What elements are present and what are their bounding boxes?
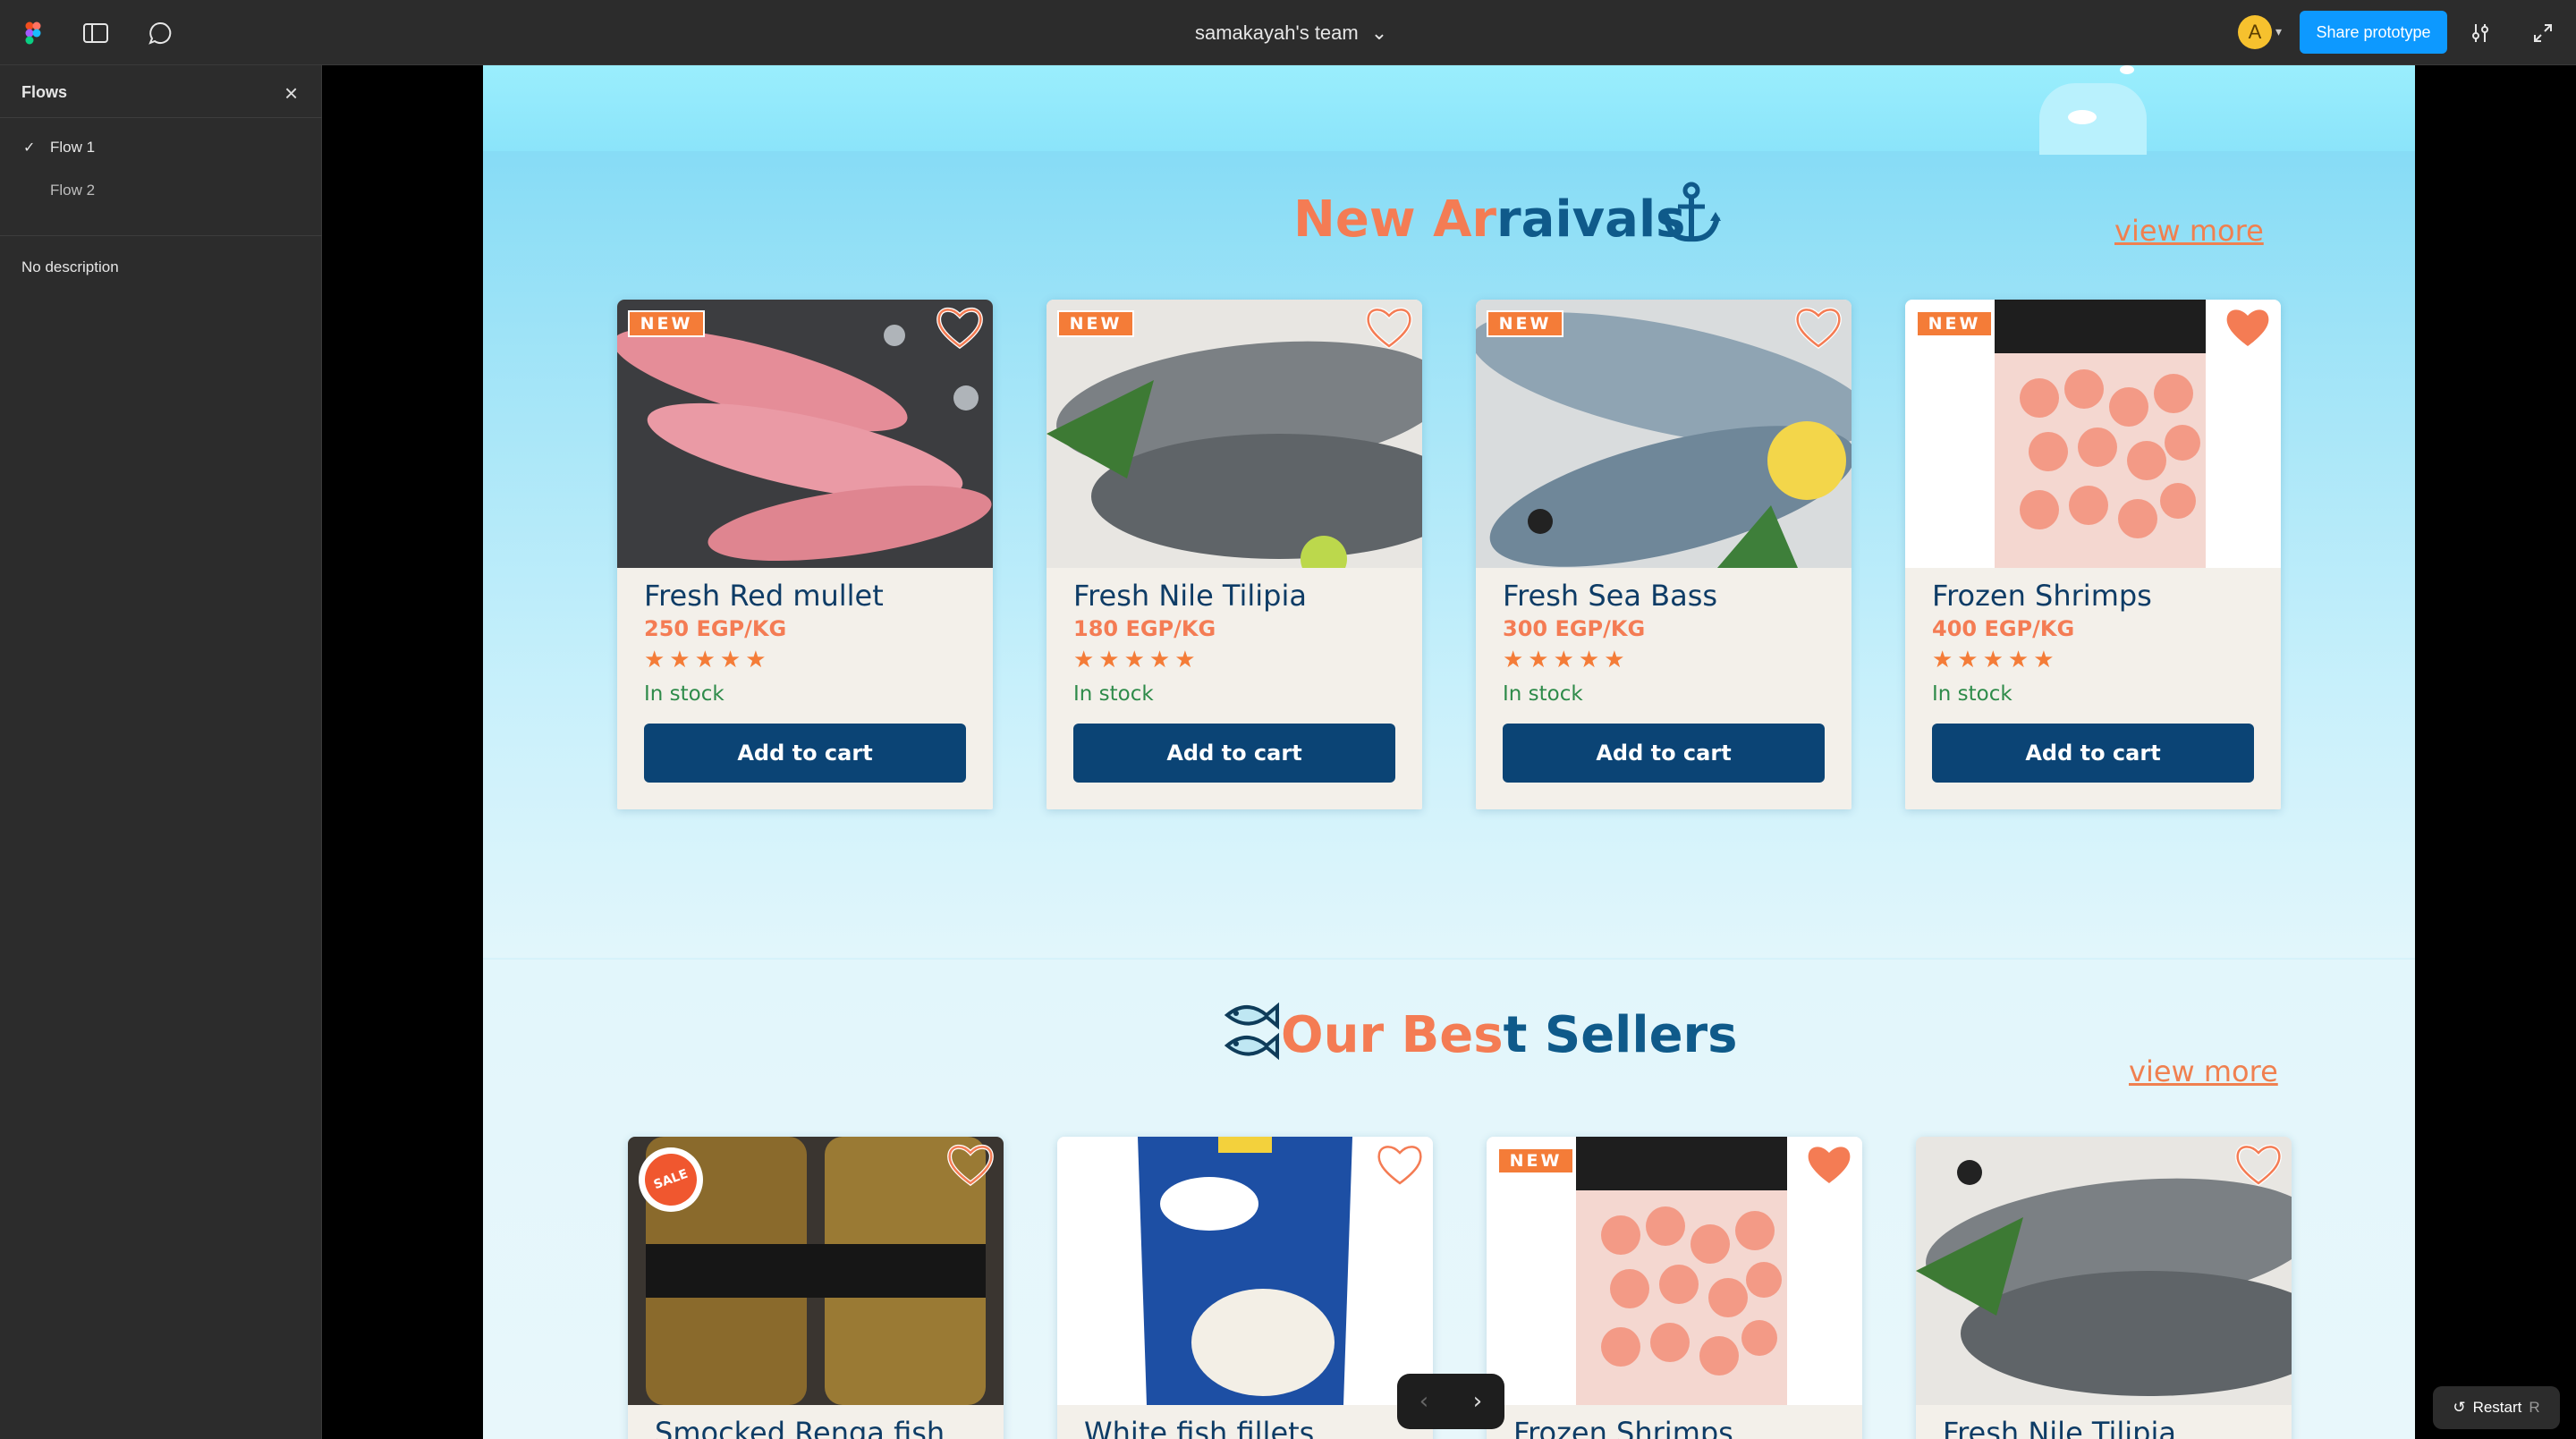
restart-icon: ↺ [2453, 1399, 2466, 1416]
hero-decoration [2120, 65, 2134, 74]
new-badge: NEW [1916, 310, 1993, 337]
product-price: 180 EGP/KG [1073, 616, 1216, 641]
product-name: Fresh Red mullet [644, 579, 884, 613]
heart-icon[interactable] [936, 305, 984, 350]
flow-item-2[interactable]: Flow 2 [50, 182, 95, 199]
heart-icon[interactable] [1794, 305, 1843, 350]
rating-stars-icon: ★★★★★ [1073, 647, 1200, 673]
fullscreen-icon[interactable] [2528, 18, 2558, 48]
heart-icon[interactable] [1365, 305, 1413, 350]
product-card[interactable]: NEW Fresh Red mullet 250 EGP/KG ★★★★★ In… [617, 300, 993, 809]
comment-icon[interactable] [145, 18, 175, 48]
stock-status: In stock [1932, 682, 2012, 706]
heart-filled-icon[interactable] [2224, 305, 2272, 350]
section-divider [483, 958, 2415, 960]
hero-decoration [2068, 110, 2097, 124]
rating-stars-icon: ★★★★★ [1503, 647, 1630, 673]
new-badge: NEW [1497, 1147, 1574, 1174]
sidebar-toggle-icon[interactable] [80, 18, 111, 48]
sale-badge: SALE [637, 1146, 705, 1214]
new-arrivals-view-more-link[interactable]: view more [2114, 214, 2264, 248]
restart-shortcut: R [2529, 1399, 2540, 1416]
title-part: t Sellers [1503, 1006, 1738, 1064]
product-card[interactable]: SALE Smocked Renga fish [628, 1137, 1004, 1439]
product-name: Fresh Nile Tilipia [1943, 1416, 2176, 1439]
product-card[interactable]: NEW Fresh Nile Tilipia 180 EGP/KG ★★★★★ … [1046, 300, 1422, 809]
anchor-icon [1662, 182, 1721, 248]
product-price: 400 EGP/KG [1932, 616, 2075, 641]
check-icon: ✓ [23, 140, 36, 156]
product-card[interactable]: NEW Frozen Shrimps 400 EGP/KG ★★★★★ In s… [1905, 300, 2281, 809]
new-arrivals-title: New Arraivals [1293, 190, 1685, 249]
add-to-cart-button[interactable]: Add to cart [1932, 724, 2254, 783]
new-badge: NEW [1057, 310, 1134, 337]
product-name: Smocked Renga fish [655, 1416, 945, 1439]
divider [0, 117, 322, 118]
stock-status: In stock [1503, 682, 1583, 706]
heart-icon[interactable] [946, 1142, 995, 1187]
product-card[interactable]: White fish fillets [1057, 1137, 1433, 1439]
product-name: Fresh Sea Bass [1503, 579, 1718, 613]
previous-frame-icon[interactable]: ‹ [1419, 1388, 1428, 1415]
restart-button[interactable]: ↺ Restart R [2433, 1386, 2560, 1429]
flows-title: Flows [21, 83, 68, 101]
best-sellers-title: Our Best Sellers [1281, 1006, 1738, 1064]
figma-logo-icon[interactable] [18, 18, 48, 48]
title-part: New Ar [1293, 190, 1497, 249]
heart-icon[interactable] [2234, 1142, 2283, 1187]
product-price: 300 EGP/KG [1503, 616, 1646, 641]
product-card[interactable]: NEW Fresh Sea Bass 300 EGP/KG ★★★★★ In s… [1476, 300, 1852, 809]
product-card[interactable]: Fresh Nile Tilipia [1916, 1137, 2292, 1439]
product-name: Fresh Nile Tilipia [1073, 579, 1307, 613]
flow-description: No description [21, 258, 119, 275]
product-name: Frozen Shrimps [1513, 1416, 1733, 1439]
team-switcher[interactable]: samakayah's team ⌄ [1195, 18, 1387, 48]
flow-item-1[interactable]: Flow 1 [50, 139, 95, 157]
settings-sliders-icon[interactable] [2465, 18, 2496, 48]
team-name: samakayah's team [1195, 21, 1359, 44]
prototype-nav: ‹ › [1397, 1374, 1504, 1429]
avatar-chevron-icon[interactable]: ▾ [2275, 25, 2282, 39]
rating-stars-icon: ★★★★★ [644, 647, 771, 673]
product-name: White fish fillets [1084, 1416, 1315, 1439]
share-prototype-button[interactable]: Share prototype [2300, 11, 2447, 54]
add-to-cart-button[interactable]: Add to cart [644, 724, 966, 783]
avatar[interactable]: A [2238, 15, 2272, 49]
fish-icon [1222, 999, 1279, 1065]
product-name: Frozen Shrimps [1932, 579, 2152, 613]
rating-stars-icon: ★★★★★ [1932, 647, 2059, 673]
next-frame-icon[interactable]: › [1473, 1388, 1482, 1415]
stock-status: In stock [1073, 682, 1154, 706]
hero-banner [483, 65, 2415, 155]
title-part: raivals [1496, 190, 1686, 249]
restart-label: Restart [2472, 1399, 2522, 1416]
divider [0, 235, 322, 236]
product-card[interactable]: NEW Frozen Shrimps [1487, 1137, 1862, 1439]
product-price: 250 EGP/KG [644, 616, 787, 641]
add-to-cart-button[interactable]: Add to cart [1503, 724, 1825, 783]
close-icon[interactable]: × [284, 80, 298, 107]
flows-panel: Flows × ✓ Flow 1 Flow 2 No description [0, 65, 322, 1439]
new-badge: NEW [1487, 310, 1563, 337]
best-sellers-view-more-link[interactable]: view more [2129, 1054, 2278, 1088]
toolbar: samakayah's team ⌄ A ▾ Share prototype [0, 0, 2576, 65]
new-badge: NEW [628, 310, 705, 337]
prototype-canvas: New Arraivals view more NEW Fresh Red mu… [483, 65, 2415, 1439]
title-part: Our Bes [1281, 1006, 1504, 1064]
heart-filled-icon[interactable] [1805, 1142, 1853, 1187]
stock-status: In stock [644, 682, 724, 706]
add-to-cart-button[interactable]: Add to cart [1073, 724, 1395, 783]
heart-icon[interactable] [1376, 1142, 1424, 1187]
chevron-down-icon: ⌄ [1370, 21, 1388, 44]
